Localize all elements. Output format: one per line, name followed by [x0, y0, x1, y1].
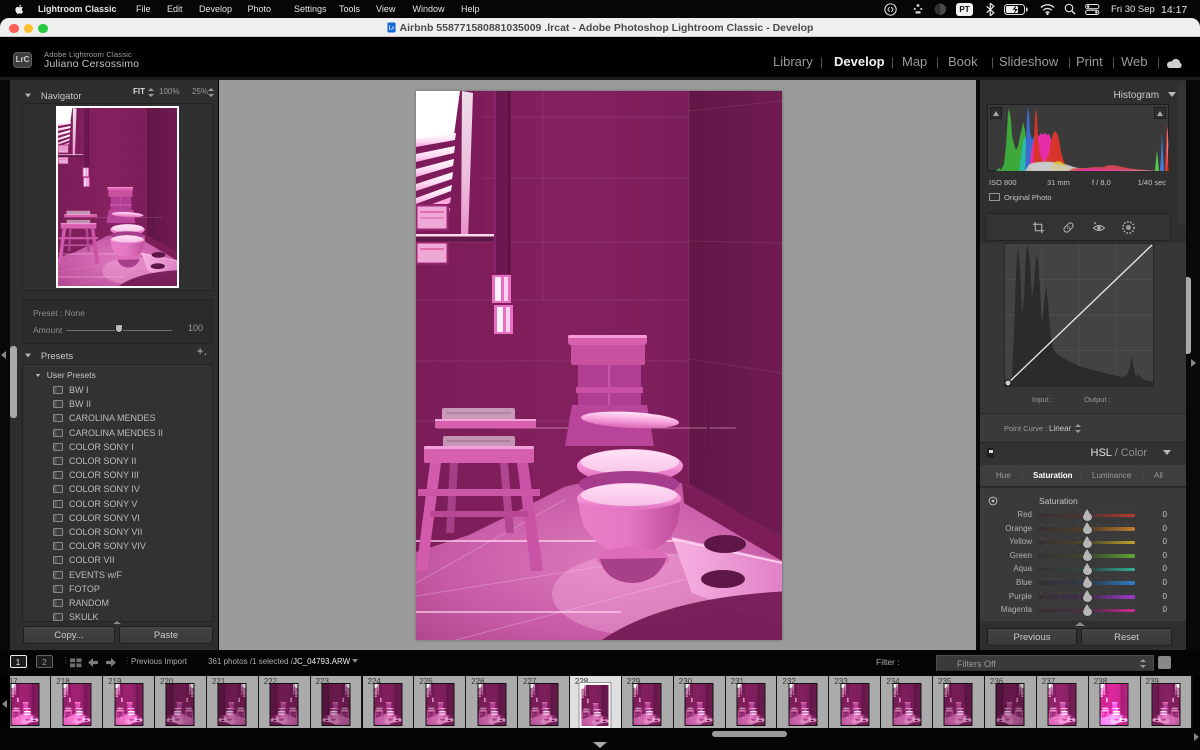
svg-text:Lr: Lr	[388, 26, 394, 32]
